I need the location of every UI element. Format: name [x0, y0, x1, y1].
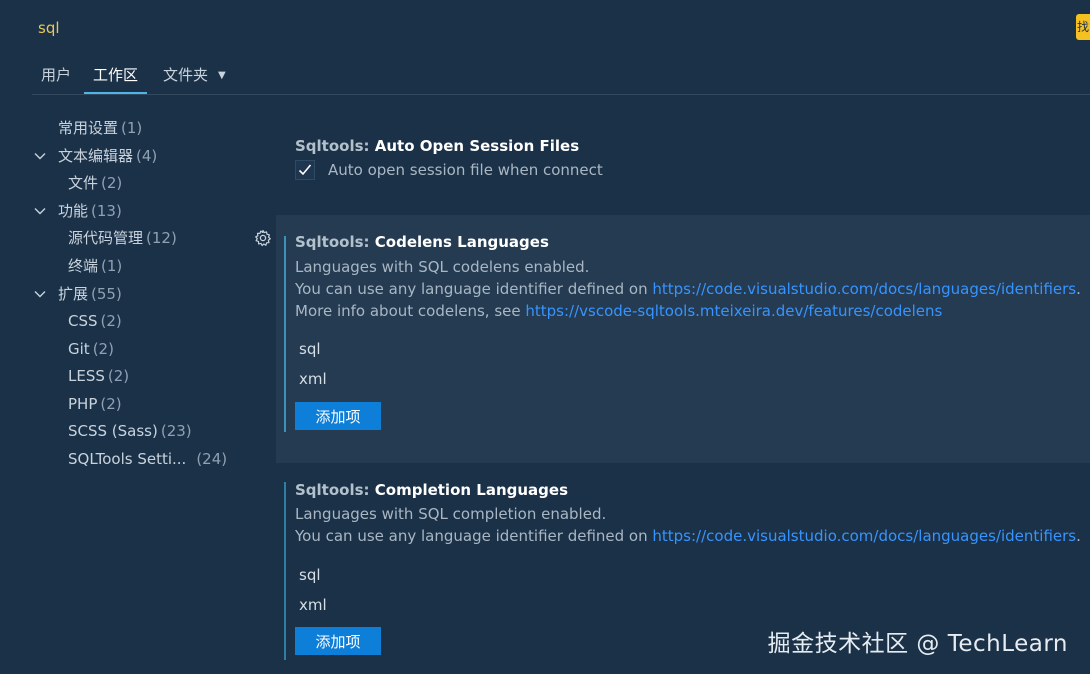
toc-label: 常用设置	[58, 119, 119, 137]
settings-tabs: 用户 工作区 文件夹 ▼	[32, 58, 1090, 95]
toc-label: 文本编辑器	[58, 147, 134, 165]
toc-item-features[interactable]: 功能 (13)	[34, 199, 122, 223]
toc-item-git[interactable]: Git (2)	[34, 337, 114, 361]
language-identifiers-link[interactable]: https://code.visualstudio.com/docs/langu…	[652, 280, 1076, 298]
chevron-down-icon[interactable]	[33, 287, 47, 301]
codelens-list-item[interactable]: xml	[299, 370, 327, 388]
codelens-desc-2: You can use any language identifier defi…	[295, 278, 1081, 300]
toc-count: (1)	[101, 257, 123, 275]
toc-count: (2)	[92, 340, 114, 358]
toc-count: (55)	[91, 285, 122, 303]
setting-category: Sqltools:	[295, 233, 375, 251]
tab-workspace-label: 工作区	[93, 66, 139, 84]
toc-count: (12)	[146, 229, 177, 247]
toc-label: 源代码管理	[68, 229, 144, 247]
search-input[interactable]	[38, 16, 938, 40]
toc-label: SQLTools Setti...	[68, 450, 187, 468]
search-badge: 找	[1076, 14, 1090, 40]
toc-item-less[interactable]: LESS (2)	[34, 364, 129, 388]
search-row: 找	[0, 0, 1090, 58]
auto-open-checkbox[interactable]	[295, 160, 315, 180]
toc-item-scm[interactable]: 源代码管理 (12)	[34, 226, 177, 250]
toc-count: (2)	[107, 367, 130, 385]
desc-text: You can use any language identifier defi…	[295, 527, 653, 545]
toc-label: SCSS (Sass)	[68, 422, 158, 440]
check-icon	[298, 164, 312, 176]
chevron-down-icon[interactable]	[33, 204, 47, 218]
codelens-add-item-button[interactable]: 添加项	[295, 402, 381, 430]
codelens-list-item[interactable]: sql	[299, 340, 321, 358]
codelens-docs-link[interactable]: https://vscode-sqltools.mteixeira.dev/fe…	[525, 302, 942, 320]
toc-label: CSS	[68, 312, 98, 330]
toc-item-terminal[interactable]: 终端 (1)	[34, 254, 122, 278]
completion-desc-1: Languages with SQL completion enabled.	[295, 505, 607, 523]
toc-count: (13)	[91, 202, 122, 220]
completion-add-item-button[interactable]: 添加项	[295, 627, 381, 655]
completion-desc-2: You can use any language identifier defi…	[295, 525, 1081, 547]
setting-name: Auto Open Session Files	[374, 137, 580, 155]
gear-icon[interactable]	[254, 229, 272, 247]
setting-title-auto-open: Sqltools: Auto Open Session Files	[295, 137, 579, 155]
toc-label: 功能	[58, 202, 89, 220]
toc-count: (2)	[101, 174, 123, 192]
caret-down-icon: ▼	[218, 70, 226, 81]
chevron-down-icon[interactable]	[33, 149, 47, 163]
desc-text: You can use any language identifier defi…	[295, 280, 653, 298]
setting-name: Completion Languages	[374, 481, 569, 499]
tab-workspace[interactable]: 工作区	[84, 64, 148, 94]
tab-user[interactable]: 用户	[32, 64, 80, 92]
desc-text: More info about codelens, see	[295, 302, 526, 320]
setting-category: Sqltools:	[295, 481, 375, 499]
toc-label: PHP	[68, 395, 98, 413]
setting-title-completion: Sqltools: Completion Languages	[295, 481, 568, 499]
codelens-desc-3: More info about codelens, see https://vs…	[295, 300, 942, 322]
toc-item-text-editor[interactable]: 文本编辑器 (4)	[34, 144, 157, 168]
toc-count: (23)	[160, 422, 192, 440]
setting-indicator	[284, 482, 286, 660]
tab-folder-label: 文件夹	[163, 66, 209, 84]
toc-item-sqltools[interactable]: SQLTools Setti... (24)	[34, 447, 227, 471]
toc-count: (1)	[121, 119, 143, 137]
completion-list-item[interactable]: xml	[299, 596, 327, 614]
toc-label: Git	[68, 340, 90, 358]
tab-user-label: 用户	[41, 66, 72, 84]
desc-text: .	[1076, 527, 1081, 545]
toc-item-php[interactable]: PHP (2)	[34, 392, 122, 416]
toc-item-extensions[interactable]: 扩展 (55)	[34, 282, 122, 306]
tab-folder[interactable]: 文件夹 ▼	[154, 64, 235, 92]
setting-category: Sqltools:	[295, 137, 375, 155]
desc-text: .	[1076, 280, 1081, 298]
toc-count: (4)	[136, 147, 158, 165]
language-identifiers-link[interactable]: https://code.visualstudio.com/docs/langu…	[652, 527, 1076, 545]
codelens-desc-1: Languages with SQL codelens enabled.	[295, 258, 590, 276]
watermark: 掘金技术社区 @ TechLearn	[767, 631, 1068, 657]
setting-title-codelens: Sqltools: Codelens Languages	[295, 233, 549, 251]
toc-item-files[interactable]: 文件 (2)	[34, 171, 122, 195]
toc-item-scss[interactable]: SCSS (Sass) (23)	[34, 419, 192, 443]
toc-count: (24)	[196, 450, 228, 468]
toc-count: (2)	[100, 312, 122, 330]
toc-item-commonly-used[interactable]: 常用设置 (1)	[34, 116, 142, 140]
auto-open-checkbox-label: Auto open session file when connect	[328, 161, 603, 179]
toc-count: (2)	[100, 395, 122, 413]
toc-label: LESS	[68, 367, 105, 385]
focus-indicator	[284, 236, 286, 432]
completion-list-item[interactable]: sql	[299, 566, 321, 584]
toc-label: 终端	[68, 257, 99, 275]
toc-label: 扩展	[58, 285, 89, 303]
setting-name: Codelens Languages	[374, 233, 549, 251]
toc-item-css[interactable]: CSS (2)	[34, 309, 122, 333]
focused-setting-background	[276, 215, 1090, 463]
toc-label: 文件	[68, 174, 99, 192]
